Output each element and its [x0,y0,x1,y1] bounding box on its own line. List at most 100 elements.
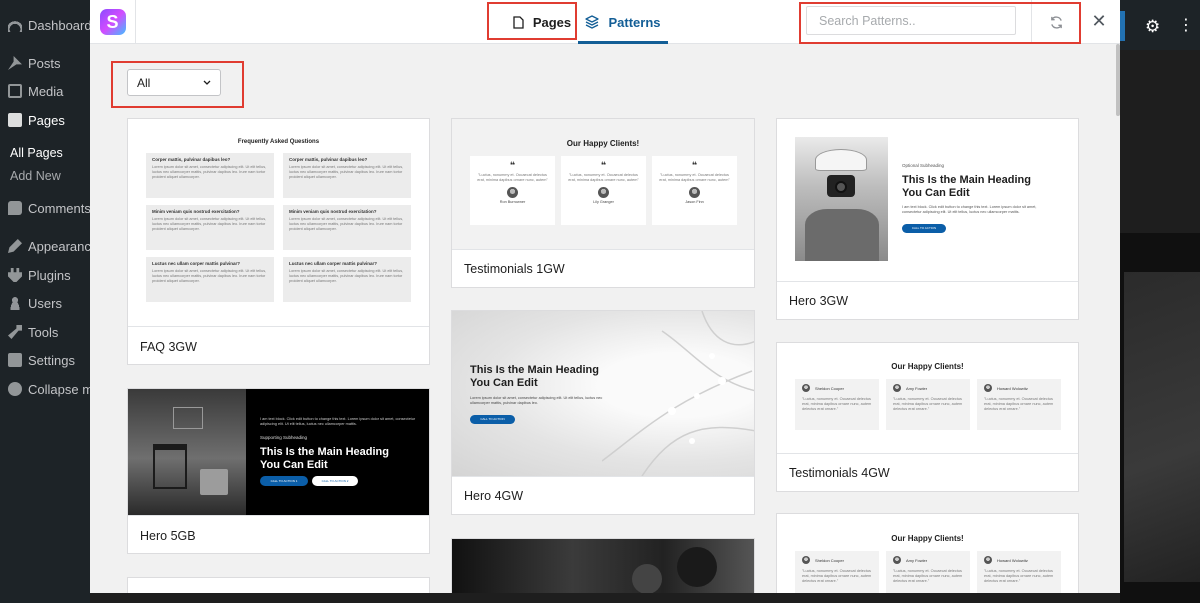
pattern-preview [452,539,754,593]
preview-title: Our Happy Clients! [891,362,964,371]
avatar [802,556,810,564]
faq-item: Corper mattis, pulvinar dapibus leo? Lore… [283,153,411,198]
menu-media[interactable]: Media [0,80,63,102]
testimonial-name: Howard Wolowitz [997,385,1028,391]
testimonial-item: Howard Wolowitz "Luctus, nonummy et. Occa… [977,379,1061,430]
faq-answer: Lorem ipsum dolor sit amet, consectetur … [289,217,404,231]
quote-icon: ❝ [600,160,607,170]
card-divider [777,281,1078,282]
pattern-preview: Our Happy Clients! Sheldon Cooper "Luctus… [777,343,1078,453]
wrench-icon [8,325,22,339]
card-divider [452,249,754,250]
more-options-icon[interactable]: ⋮ [1178,15,1194,35]
testimonial-text: "Luctus, nonummy et. Occaecat delectus e… [568,173,639,182]
menu-label: Comments [28,200,91,216]
pattern-card-hero-5gb[interactable]: I am text block. Click edit button to ch… [127,388,430,554]
pattern-library-modal: S Pages Patterns ✕ All Frequently Asked … [90,0,1120,593]
pattern-card-hero-4gw[interactable]: This Is the Main Heading You Can Edit Lo… [451,310,755,515]
testimonial-name: Howard Wolowitz [997,557,1028,563]
scrollbar[interactable] [1116,44,1120,116]
avatar [689,187,700,198]
tab-patterns[interactable]: Patterns [578,0,668,44]
testimonial-text: "Luctus, nonummy et. Occaecat delectus e… [659,173,730,182]
testimonial-name: Ron Burrowner [499,200,526,204]
faq-question: Minim veniam quis nostrud exercitation? [289,209,377,214]
media-icon [8,84,22,98]
menu-posts[interactable]: Posts [0,52,61,74]
faq-item: Luctus nec ullam corper mattis pulvinar?… [283,257,411,302]
faq-item: Minim veniam quis nostrud exercitation? L… [146,205,274,250]
avatar [984,556,992,564]
menu-appearance[interactable]: Appearance [0,235,98,257]
sync-button[interactable] [1031,0,1081,44]
faq-answer: Lorem ipsum dolor sit amet, consectetur … [152,165,267,179]
submenu-label: Add New [10,169,61,183]
layers-icon [585,15,600,29]
menu-collapse[interactable]: Collapse me [0,378,100,400]
photographer-photo [795,137,888,261]
faq-answer: Lorem ipsum dolor sit amet, consectetur … [152,269,267,283]
submenu-label: All Pages [10,146,63,160]
pattern-card-partial[interactable]: Our Happy Clients! Sheldon Cooper "Luctus… [776,513,1079,593]
hero-heading: This Is the Main Heading You Can Edit [260,446,389,471]
hero-subheading: Optional Subheading [902,163,945,168]
avatar [893,556,901,564]
submenu-all-pages[interactable]: All Pages [0,142,63,164]
testimonial-item: Amy Fowler "Luctus, nonummy et. Occaecat … [886,551,970,593]
avatar [893,384,901,392]
search-input[interactable] [806,6,1016,35]
pattern-card-testimonials-4gw[interactable]: Our Happy Clients! Sheldon Cooper "Luctus… [776,342,1079,492]
menu-dashboard[interactable]: Dashboard [0,14,92,36]
pattern-card-label: FAQ 3GW [140,340,197,354]
faq-item: Luctus nec ullam corper mattis pulvinar?… [146,257,274,302]
tab-label: Pages [532,14,572,30]
quote-icon: ❝ [509,160,516,170]
category-filter-select[interactable]: All [127,69,221,96]
testimonial-name: Sheldon Cooper [815,557,844,563]
filter-value: All [137,75,151,90]
pattern-card-partial[interactable] [127,577,430,593]
gear-icon[interactable]: ⚙ [1145,17,1160,37]
testimonial-text: "Luctus, nonummy et. Occaecat delectus e… [893,569,963,583]
collapse-icon [8,382,22,396]
avatar [984,384,992,392]
modal-header: S Pages Patterns ✕ [90,0,1120,44]
faq-item: Corper mattis, pulvinar dapibus leo? Lore… [146,153,274,198]
menu-plugins[interactable]: Plugins [0,264,71,286]
menu-label: Users [28,295,62,311]
plugin-icon [8,268,22,282]
menu-label: Appearance [28,238,99,254]
pattern-preview: Our Happy Clients! Sheldon Cooper "Luctus… [777,514,1078,593]
pattern-card-hero-3gw[interactable]: Optional Subheading This Is the Main Hea… [776,118,1079,320]
cta-button-1: CALL TO ACTION 1 [260,476,308,486]
faq-answer: Lorem ipsum dolor sit amet, consectetur … [152,217,267,231]
faq-question: Luctus nec ullam corper mattis pulvinar? [289,261,378,266]
close-icon[interactable]: ✕ [1088,10,1110,32]
menu-settings[interactable]: Settings [0,349,75,371]
pin-icon [8,56,22,70]
testimonial-text: "Luctus, nonummy et. Occaecat delectus e… [893,397,963,411]
pages-icon [8,113,22,127]
pattern-card-testimonials-1gw[interactable]: Our Happy Clients! ❝ "Luctus, nonummy et.… [451,118,755,288]
menu-users[interactable]: Users [0,292,62,314]
brush-icon [8,239,22,253]
testimonial-name: Lily Granger [593,200,614,204]
testimonial-text: "Luctus, nonummy et. Occaecat delectus e… [984,569,1054,583]
publish-button[interactable] [1120,11,1125,41]
pattern-card-label: Hero 3GW [789,294,849,308]
pattern-card-faq-3gw[interactable]: Frequently Asked Questions Corper mattis… [127,118,430,365]
blossom-branches-graphic [602,311,754,476]
menu-label: Dashboard [28,17,92,33]
pattern-card-partial[interactable] [451,538,755,593]
faq-question: Corper mattis, pulvinar dapibus leo? [289,157,368,162]
menu-pages[interactable]: Pages [0,109,65,131]
menu-label: Settings [28,352,75,368]
submenu-add-new[interactable]: Add New [0,165,61,187]
tab-pages[interactable]: Pages [500,0,584,44]
menu-label: Tools [28,324,59,340]
menu-tools[interactable]: Tools [0,321,58,343]
faq-answer: Lorem ipsum dolor sit amet, consectetur … [289,165,404,179]
testimonial-name: Jason Finn [685,200,704,204]
menu-comments[interactable]: Comments [0,197,91,219]
preview-title: Frequently Asked Questions [237,139,320,145]
